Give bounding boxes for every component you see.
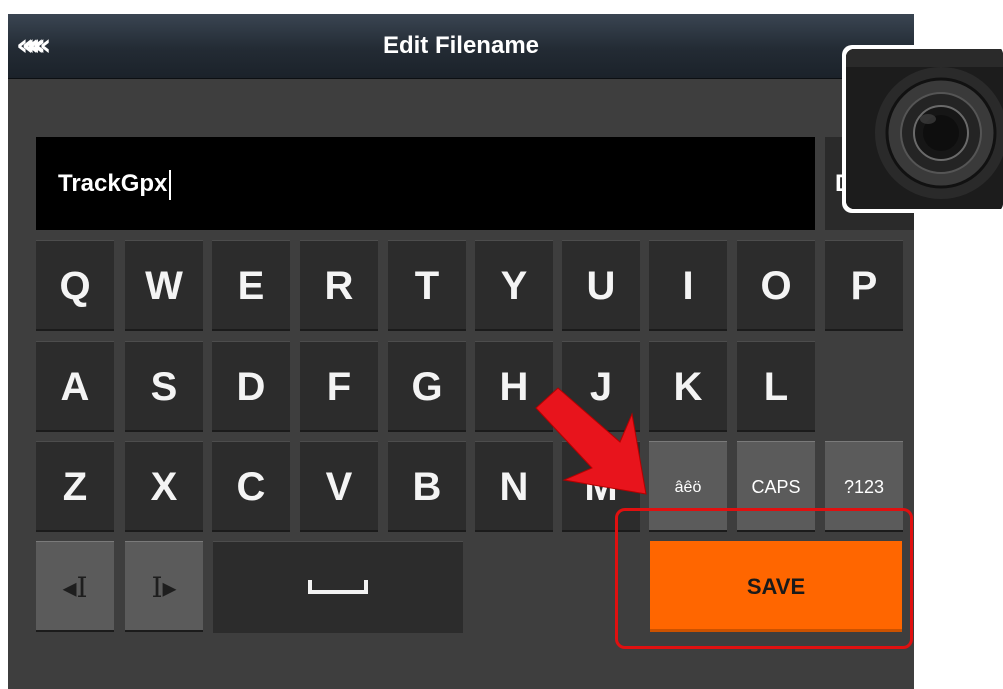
key-v[interactable]: V [300, 441, 378, 532]
key-e[interactable]: E [212, 240, 290, 331]
rotary-knob-photo [846, 49, 1003, 209]
key-q[interactable]: Q [36, 240, 114, 331]
key-o[interactable]: O [737, 240, 815, 331]
page-title: Edit Filename [382, 32, 540, 59]
key-t[interactable]: T [388, 240, 466, 331]
key-p[interactable]: P [825, 240, 903, 331]
title-bar: «««« Edit Filename [8, 14, 914, 79]
cursor-right-key[interactable]: I▸ [125, 541, 203, 632]
filename-value: TrackGpx [58, 137, 171, 230]
cursor-left-key[interactable]: ◂I [36, 541, 114, 632]
key-s[interactable]: S [125, 341, 203, 432]
red-arrow-icon [535, 387, 647, 495]
space-key[interactable] [213, 541, 463, 633]
filename-input[interactable]: TrackGpx [36, 137, 815, 230]
key-a[interactable]: A [36, 341, 114, 432]
save-highlight-box [615, 508, 913, 649]
key-l[interactable]: L [737, 341, 815, 432]
key-g[interactable]: G [388, 341, 466, 432]
rotary-knob-icon [846, 49, 1003, 209]
key-w[interactable]: W [125, 240, 203, 331]
space-bar-icon [308, 580, 368, 594]
key-b[interactable]: B [388, 441, 466, 532]
key-z[interactable]: Z [36, 441, 114, 532]
key-i[interactable]: I [649, 240, 727, 331]
key-r[interactable]: R [300, 240, 378, 331]
key-u[interactable]: U [562, 240, 640, 331]
inset-photo [842, 45, 1003, 213]
key-f[interactable]: F [300, 341, 378, 432]
key-c[interactable]: C [212, 441, 290, 532]
key-y[interactable]: Y [475, 240, 553, 331]
key-x[interactable]: X [125, 441, 203, 532]
key-d[interactable]: D [212, 341, 290, 432]
